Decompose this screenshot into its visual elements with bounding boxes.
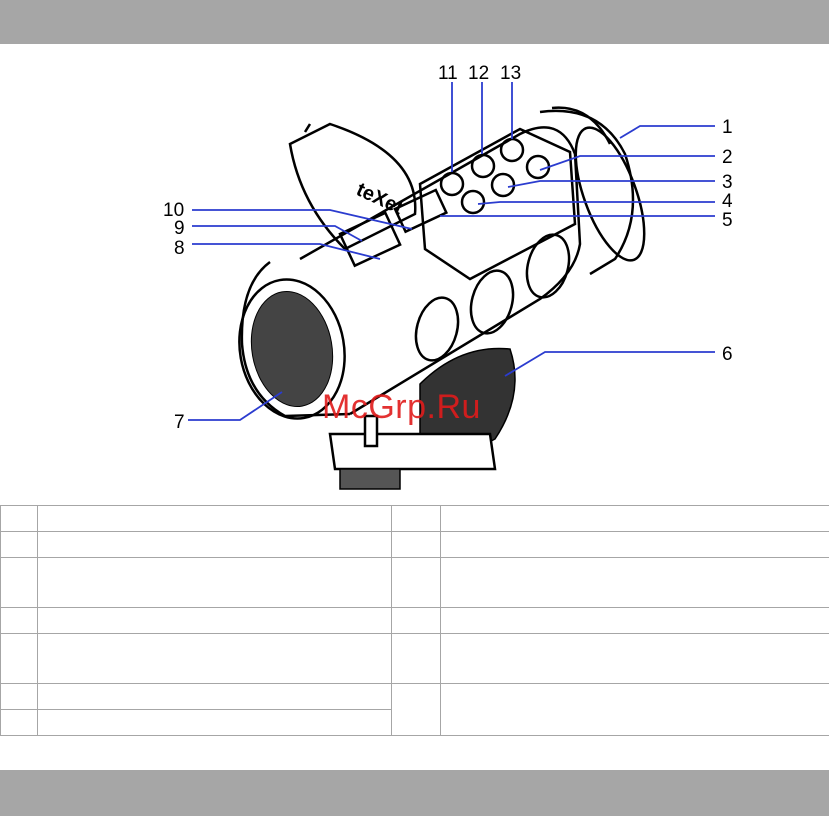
callout-7: 7: [174, 412, 185, 433]
cell-desc: [37, 607, 392, 634]
cell-desc: [37, 557, 392, 608]
cell-num: [0, 683, 38, 710]
leader-1: [619, 125, 715, 139]
callout-3: 3: [722, 172, 733, 193]
cell-desc: [440, 557, 829, 608]
cell-num: [391, 531, 441, 558]
table-row: [0, 505, 829, 532]
watermark: McGrp.Ru: [322, 388, 481, 426]
cell-num: [0, 633, 38, 684]
cell-desc: [37, 683, 392, 710]
callout-12: 12: [468, 63, 489, 84]
cell-num: [391, 633, 441, 684]
table-row: [0, 633, 829, 684]
cell-num: [0, 709, 38, 736]
cell-num: [0, 531, 38, 558]
leader-3: [507, 180, 715, 188]
callout-10: 10: [163, 200, 184, 221]
callout-4: 4: [722, 191, 733, 212]
leader-4: [477, 201, 715, 205]
cell-desc: [440, 531, 829, 558]
cell-num: [391, 607, 441, 634]
callout-6: 6: [722, 344, 733, 365]
table-row: [0, 557, 829, 608]
product-figure: teXet 1 2 3 4 5 6 7 8 9 10 11 12 13: [163, 63, 733, 490]
callout-11: 11: [438, 63, 458, 84]
table-row: [0, 531, 829, 558]
cell-num: [0, 505, 38, 532]
callout-9: 9: [174, 218, 185, 239]
cell-num: [0, 557, 38, 608]
cell-num: [391, 557, 441, 608]
cell-desc: [37, 505, 392, 532]
callout-1: 1: [722, 117, 733, 138]
footer-bar: [0, 770, 829, 816]
table-row: [0, 607, 829, 634]
table-row: [0, 683, 829, 736]
header-bar: [0, 0, 829, 44]
cell-desc: [440, 505, 829, 532]
cell-desc: [440, 607, 829, 634]
callout-2: 2: [722, 147, 733, 168]
cell-num: [391, 505, 441, 532]
microphone-illustration: [238, 106, 646, 490]
cell-num: [391, 683, 441, 736]
parts-table: [0, 505, 829, 736]
callout-5: 5: [722, 210, 733, 231]
cell-desc: [37, 709, 392, 736]
callout-8: 8: [174, 238, 185, 259]
cell-desc: [37, 633, 392, 684]
cell-desc: [440, 683, 829, 736]
leader-6: [504, 351, 715, 377]
cell-num: [0, 607, 38, 634]
cell-desc: [440, 633, 829, 684]
callout-13: 13: [500, 63, 521, 84]
cell-desc: [37, 531, 392, 558]
